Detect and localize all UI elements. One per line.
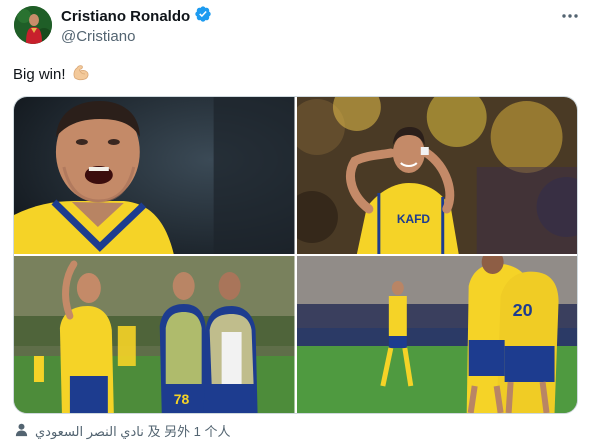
more-options-button[interactable] bbox=[559, 8, 581, 24]
person-icon bbox=[14, 422, 29, 440]
media-photo-2[interactable]: KAFD bbox=[296, 97, 577, 254]
avatar[interactable] bbox=[14, 6, 52, 44]
jersey-number-20: 20 bbox=[512, 300, 532, 320]
tagged-users-text[interactable]: نادي النصر السعودي 及 另外 1 个人 bbox=[35, 421, 231, 440]
tweet-text: Big win! bbox=[13, 62, 91, 86]
flexed-biceps-icon bbox=[71, 62, 91, 86]
tweet-text-content: Big win! bbox=[13, 65, 66, 83]
media-photo-1[interactable] bbox=[14, 97, 295, 254]
tweet-card[interactable]: Cristiano Ronaldo @Cristiano Big win! KA… bbox=[0, 0, 593, 442]
jersey-number-78: 78 bbox=[174, 391, 190, 407]
media-grid: KAFD 78 20 bbox=[13, 96, 578, 414]
media-photo-4[interactable]: 20 bbox=[296, 256, 577, 413]
media-photo-3[interactable]: 78 bbox=[14, 256, 295, 413]
display-name[interactable]: Cristiano Ronaldo bbox=[61, 8, 190, 25]
tagged-users[interactable]: نادي النصر السعودي 及 另外 1 个人 bbox=[14, 421, 231, 440]
verified-badge-icon bbox=[194, 5, 212, 28]
user-handle[interactable]: @Cristiano bbox=[61, 28, 135, 45]
more-dots-icon bbox=[562, 14, 578, 18]
jersey-sponsor-text: KAFD bbox=[396, 212, 430, 226]
